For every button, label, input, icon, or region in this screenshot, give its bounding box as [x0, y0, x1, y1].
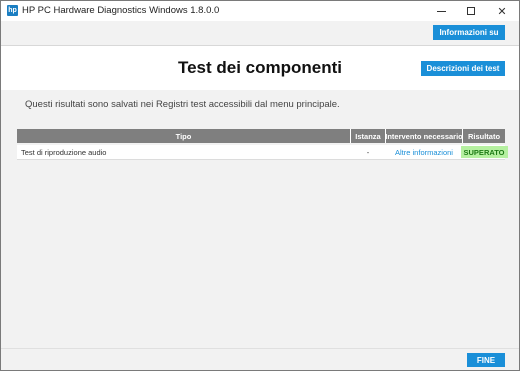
- maximize-icon: [467, 7, 475, 15]
- maximize-button[interactable]: [456, 1, 486, 21]
- minimize-button[interactable]: [426, 1, 456, 21]
- top-bar: Informazioni su: [1, 21, 519, 45]
- column-header-istanza: Istanza: [351, 129, 385, 143]
- column-header-intervento: Intervento necessario: [385, 129, 463, 143]
- window-title: HP PC Hardware Diagnostics Windows 1.8.0…: [22, 5, 220, 16]
- more-info-link[interactable]: Altre informazioni: [386, 145, 462, 159]
- cell-tipo: Test di riproduzione audio: [21, 147, 107, 157]
- hp-logo-icon: hp: [7, 5, 18, 16]
- results-panel: Questi risultati sono salvati nei Regist…: [1, 90, 519, 348]
- page-header: Test dei componenti Descrizioni dei test: [1, 45, 519, 91]
- test-descriptions-button[interactable]: Descrizioni dei test: [421, 61, 505, 76]
- results-notice: Questi risultati sono salvati nei Regist…: [25, 99, 340, 110]
- close-icon: ✕: [497, 5, 507, 18]
- footer-bar: FINE: [1, 348, 519, 370]
- about-button[interactable]: Informazioni su: [433, 25, 505, 40]
- close-button[interactable]: ✕: [487, 1, 517, 21]
- cell-istanza: -: [366, 147, 370, 157]
- table-row: Test di riproduzione audio - Altre infor…: [17, 145, 508, 160]
- status-badge: SUPERATO: [460, 146, 508, 158]
- results-table-header: Tipo Istanza Intervento necessario Risul…: [17, 129, 505, 143]
- minimize-icon: [436, 10, 446, 12]
- title-bar: hp HP PC Hardware Diagnostics Windows 1.…: [1, 1, 519, 21]
- cell-risultato: SUPERATO: [460, 145, 508, 159]
- column-header-tipo: Tipo: [17, 129, 350, 143]
- app-window: hp HP PC Hardware Diagnostics Windows 1.…: [0, 0, 520, 371]
- finish-button[interactable]: FINE: [467, 353, 505, 367]
- column-header-risultato: Risultato: [463, 129, 505, 143]
